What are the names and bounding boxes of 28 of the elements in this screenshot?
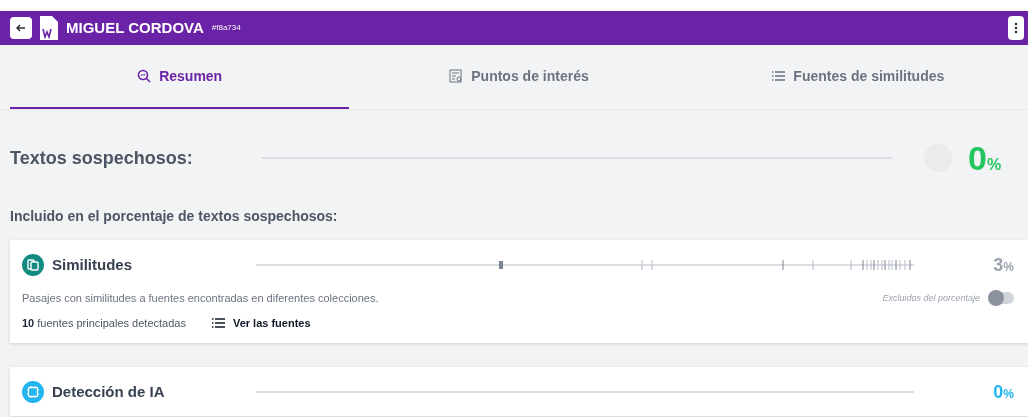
document-title: MIGUEL CORDOVA [66,17,204,38]
tab[interactable]: Puntos de interés [349,45,689,109]
search-icon [137,69,152,83]
card-description: Pasajes con similitudes a fuentes encontradas en diferentes colecciones. [22,291,379,306]
more-options-button[interactable] [1008,16,1024,40]
tab[interactable]: Resumen [10,45,350,109]
sources-count-text: 10 fuentes principales detectadas [22,315,186,331]
card-percentage: 0% [992,380,1014,404]
view-sources-link[interactable]: Ver las fuentes [211,314,311,331]
document-id: #f8a734 [211,22,241,34]
section-title: Incluido en el porcentaje de textos sospechosos: [10,207,339,226]
toggle-label: Excluidos del porcentaje [882,291,980,305]
card-percentage: 3% [992,253,1014,277]
back-arrow-icon [16,23,26,33]
suspicious-percentage: 0% [968,137,1003,179]
card-title: Detección de IA [52,381,166,402]
suspicious-texts-label: Textos sospechosos: [10,146,194,170]
kebab-menu-icon [1014,22,1018,34]
chip-badge-icon [22,381,44,403]
back-button[interactable] [10,17,32,39]
tab[interactable]: Fuentes de similitudes [688,45,1028,109]
exclude-toggle[interactable] [988,292,1014,305]
document-icon [40,16,58,40]
list-icon [211,317,225,328]
list-search-icon [449,69,464,83]
list-icon [772,71,786,81]
copy-badge-icon [22,254,44,276]
card-title: Similitudes [52,254,134,275]
